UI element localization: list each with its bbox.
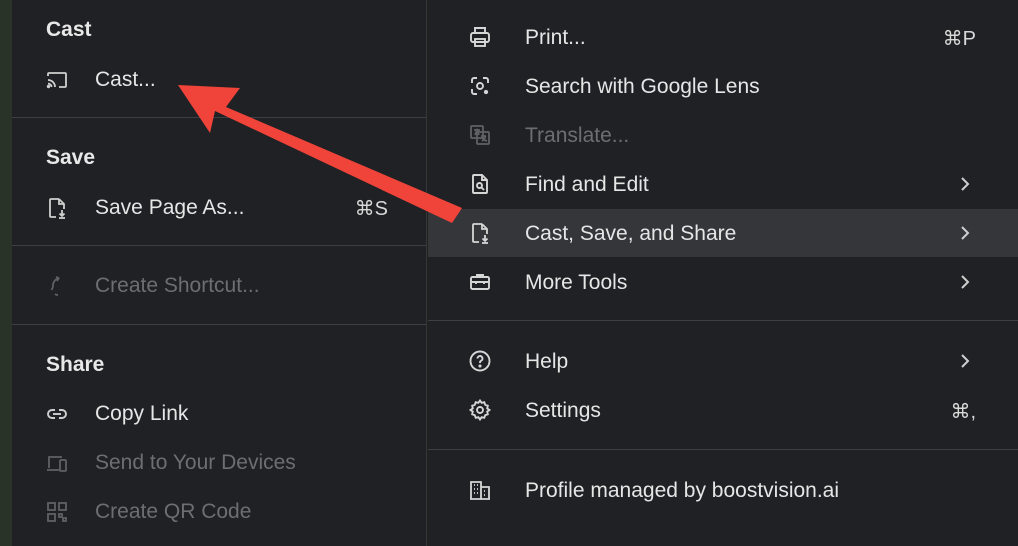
- settings-gear-icon: [468, 398, 492, 422]
- print-icon: [468, 25, 492, 49]
- save-page-shortcut: ⌘S: [354, 198, 388, 220]
- find-and-edit-menu-item[interactable]: Find and Edit: [428, 161, 1018, 207]
- settings-menu-item[interactable]: Settings ⌘,: [428, 387, 1018, 433]
- cast-save-share-label: Cast, Save, and Share: [525, 222, 737, 245]
- more-tools-label: More Tools: [525, 271, 628, 294]
- cast-menu-item-label: Cast...: [95, 68, 156, 91]
- settings-shortcut: ⌘,: [950, 401, 976, 423]
- help-label: Help: [525, 350, 569, 373]
- print-label: Print...: [525, 26, 586, 49]
- search-google-lens-menu-item[interactable]: Search with Google Lens: [428, 63, 1018, 109]
- background-window-edge: [0, 0, 12, 546]
- browser-main-menu: Print... ⌘P Search with Google Lens Tran…: [428, 0, 1018, 546]
- print-shortcut: ⌘P: [942, 28, 976, 50]
- settings-label: Settings: [525, 399, 601, 422]
- section-divider: [12, 117, 426, 118]
- send-to-devices-menu-item: Send to Your Devices: [12, 441, 426, 485]
- create-qr-code-menu-item: Create QR Code: [12, 490, 426, 534]
- menu-divider: [428, 449, 1018, 450]
- devices-icon: [45, 451, 69, 475]
- chevron-right-icon: [958, 224, 972, 242]
- find-edit-icon: [468, 172, 492, 196]
- save-page-as-menu-item[interactable]: Save Page As... ⌘S: [12, 186, 426, 230]
- search-google-lens-label: Search with Google Lens: [525, 75, 760, 98]
- cast-save-share-menu-item[interactable]: Cast, Save, and Share: [428, 209, 1018, 257]
- section-divider: [12, 245, 426, 246]
- create-shortcut-label: Create Shortcut...: [95, 274, 260, 297]
- google-lens-icon: [468, 74, 492, 98]
- cast-save-share-icon: [468, 221, 492, 245]
- create-qr-code-label: Create QR Code: [95, 500, 252, 523]
- cast-icon: [45, 68, 69, 92]
- chevron-right-icon: [958, 175, 972, 193]
- print-menu-item[interactable]: Print... ⌘P: [428, 14, 1018, 60]
- help-menu-item[interactable]: Help: [428, 338, 1018, 384]
- section-divider: [12, 324, 426, 325]
- menu-divider: [428, 320, 1018, 321]
- translate-menu-item: Translate...: [428, 112, 1018, 158]
- copy-link-menu-item[interactable]: Copy Link: [12, 392, 426, 436]
- translate-icon: [468, 123, 492, 147]
- copy-link-label: Copy Link: [95, 402, 189, 425]
- translate-label: Translate...: [525, 124, 630, 147]
- qr-code-icon: [45, 500, 69, 524]
- chevron-right-icon: [958, 352, 972, 370]
- building-icon: [468, 478, 492, 502]
- help-icon: [468, 349, 492, 373]
- send-to-devices-label: Send to Your Devices: [95, 451, 296, 474]
- save-page-as-label: Save Page As...: [95, 196, 245, 219]
- managed-profile-label: Profile managed by boostvision.ai: [525, 479, 840, 502]
- link-icon: [45, 402, 69, 426]
- cast-section-title: Cast: [46, 18, 92, 41]
- share-section-title: Share: [46, 353, 105, 376]
- save-page-icon: [45, 196, 69, 220]
- save-section-title: Save: [46, 146, 96, 169]
- chevron-right-icon: [958, 273, 972, 291]
- create-shortcut-menu-item: Create Shortcut...: [12, 264, 426, 308]
- toolbox-icon: [468, 270, 492, 294]
- shortcut-icon: [45, 274, 69, 298]
- cast-save-share-submenu: Cast Cast... Save Save Page As... ⌘S Cre…: [12, 0, 427, 546]
- more-tools-menu-item[interactable]: More Tools: [428, 259, 1018, 305]
- managed-profile-menu-item[interactable]: Profile managed by boostvision.ai: [428, 467, 1018, 513]
- cast-menu-item[interactable]: Cast...: [12, 58, 426, 102]
- find-and-edit-label: Find and Edit: [525, 173, 649, 196]
